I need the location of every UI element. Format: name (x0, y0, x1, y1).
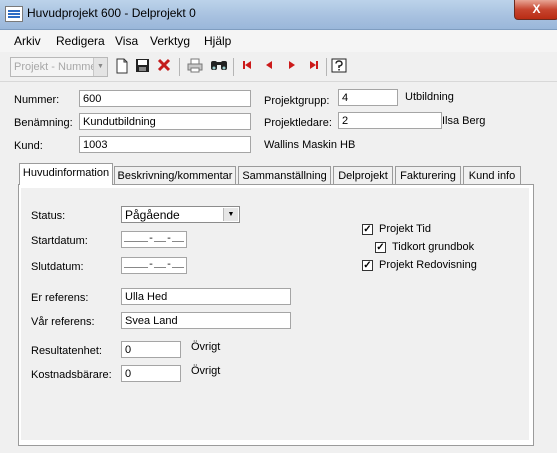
kostnadsbarare-name: Övrigt (191, 365, 221, 377)
tab-fakturering[interactable]: Fakturering (395, 166, 461, 184)
slutdatum-field[interactable]: ____-__-__ (121, 257, 187, 274)
menu-bar: Arkiv Redigera Visa Verktyg Hjälp (0, 30, 557, 52)
projekt-redovisning-label: Projekt Redovisning (379, 259, 477, 271)
menu-redigera[interactable]: Redigera (56, 34, 105, 48)
status-label: Status: (31, 210, 66, 222)
tab-sammanstallning[interactable]: Sammanställning (238, 166, 331, 184)
title-bar[interactable]: Huvudprojekt 600 - Delprojekt 0 X (0, 0, 557, 30)
projektgrupp-name: Utbildning (405, 91, 454, 103)
tab-huvudinformation[interactable]: Huvudinformation (19, 163, 113, 185)
kund-name: Wallins Maskin HB (264, 139, 356, 151)
startdatum-field[interactable]: ____-__-__ (121, 231, 187, 248)
projektgrupp-field[interactable]: 4 (338, 89, 398, 106)
first-icon[interactable] (238, 58, 256, 76)
kund-field[interactable]: 1003 (79, 136, 251, 153)
projektledare-name: Ilsa Berg (442, 115, 486, 127)
project-combo-text: Projekt - Numme (14, 61, 97, 73)
resultatenhet-field[interactable]: 0 (121, 341, 181, 358)
find-icon[interactable] (210, 58, 228, 76)
last-icon[interactable] (305, 58, 323, 76)
projektledare-label: Projektledare: (264, 117, 332, 129)
nummer-field[interactable]: 600 (79, 90, 251, 107)
print-icon[interactable] (186, 58, 204, 76)
save-icon[interactable] (133, 58, 151, 76)
projektledare-field[interactable]: 2 (338, 112, 442, 129)
menu-hjalp[interactable]: Hjälp (204, 34, 231, 48)
kostnadsbarare-label: Kostnadsbärare: (31, 369, 112, 381)
window-title: Huvudprojekt 600 - Delprojekt 0 (27, 6, 196, 20)
startdatum-label: Startdatum: (31, 235, 88, 247)
tab-beskrivning[interactable]: Beskrivning/kommentar (114, 166, 236, 184)
menu-verktyg[interactable]: Verktyg (150, 34, 190, 48)
resultatenhet-name: Övrigt (191, 341, 221, 353)
delete-icon[interactable] (155, 58, 173, 76)
slutdatum-label: Slutdatum: (31, 261, 84, 273)
chevron-down-icon[interactable]: ▼ (93, 58, 107, 76)
chevron-down-icon[interactable]: ▼ (223, 208, 238, 221)
var-referens-field[interactable]: Svea Land (121, 312, 291, 329)
project-combo[interactable]: Projekt - Numme ▼ (10, 57, 108, 77)
status-select[interactable]: Pågående ▼ (121, 206, 240, 223)
projekt-tid-checkbox[interactable]: ✓ (362, 224, 373, 235)
toolbar-separator (326, 58, 327, 76)
resultatenhet-label: Resultatenhet: (31, 345, 102, 357)
benamning-label: Benämning: (14, 117, 73, 129)
tidkort-grundbok-checkbox[interactable]: ✓ (375, 242, 386, 253)
toolbar-separator (179, 58, 180, 76)
close-button[interactable]: X (514, 0, 557, 20)
projekt-redovisning-checkbox[interactable]: ✓ (362, 260, 373, 271)
projektgrupp-label: Projektgrupp: (264, 95, 330, 107)
new-icon[interactable] (113, 58, 131, 76)
kund-label: Kund: (14, 140, 43, 152)
var-referens-label: Vår referens: (31, 316, 95, 328)
tab-kund-info[interactable]: Kund info (463, 166, 521, 184)
benamning-field[interactable]: Kundutbildning (79, 113, 251, 130)
status-value: Pågående (125, 208, 180, 222)
tidkort-grundbok-label: Tidkort grundbok (392, 241, 475, 253)
tab-delprojekt[interactable]: Delprojekt (333, 166, 393, 184)
nummer-label: Nummer: (14, 94, 60, 106)
kostnadsbarare-field[interactable]: 0 (121, 365, 181, 382)
menu-arkiv[interactable]: Arkiv (14, 34, 41, 48)
projekt-tid-label: Projekt Tid (379, 223, 431, 235)
toolbar: Projekt - Numme ▼ (0, 53, 557, 82)
toolbar-separator (233, 58, 234, 76)
next-icon[interactable] (283, 58, 301, 76)
menu-visa[interactable]: Visa (115, 34, 138, 48)
help-icon[interactable] (330, 58, 348, 76)
er-referens-field[interactable]: Ulla Hed (121, 288, 291, 305)
er-referens-label: Er referens: (31, 292, 89, 304)
app-icon (5, 6, 23, 22)
previous-icon[interactable] (260, 58, 278, 76)
